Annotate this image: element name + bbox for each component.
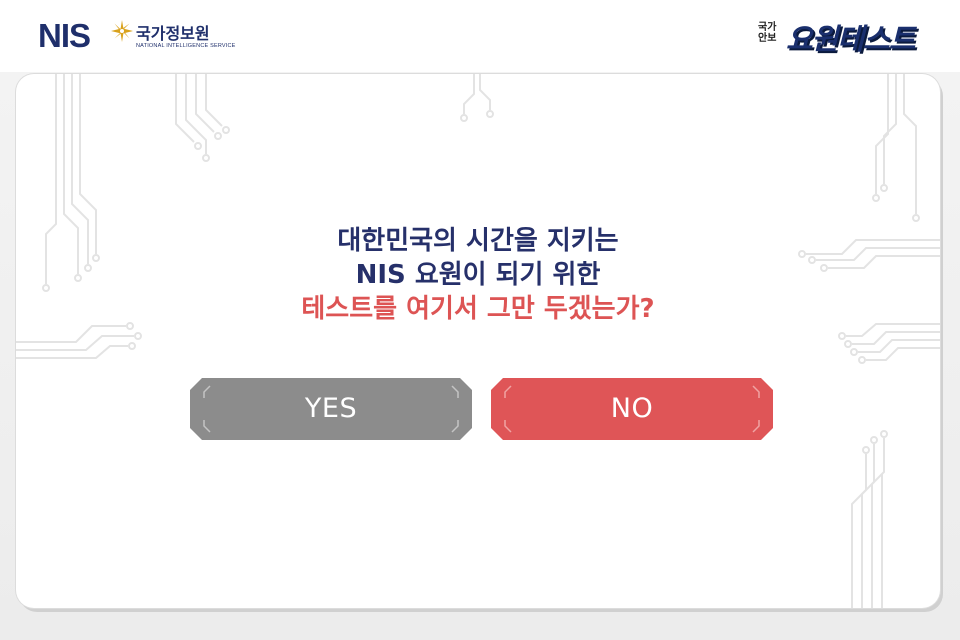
nis-logo-letters: NIS (38, 17, 91, 54)
yes-button[interactable]: YES (190, 378, 472, 440)
test-logo-title: 요원테스트 (786, 22, 915, 56)
agent-test-logo: 국가 안보 요원테스트 (758, 16, 928, 58)
question-card: 대한민국의 시간을 지키는 NIS 요원이 되기 위한 테스트를 여기서 그만 … (16, 74, 940, 608)
question-text: 대한민국의 시간을 지키는 NIS 요원이 되기 위한 테스트를 여기서 그만 … (16, 224, 940, 326)
nis-logo-english: NATIONAL INTELLIGENCE SERVICE (136, 43, 236, 49)
header-bar: NIS 국가정보원 NATIONAL INTELLIGENCE SERVICE … (0, 0, 960, 72)
test-logo-small: 국가 안보 (758, 22, 784, 44)
page: NIS 국가정보원 NATIONAL INTELLIGENCE SERVICE … (0, 0, 960, 640)
no-button[interactable]: NO (491, 378, 773, 440)
star-burst-icon (111, 20, 133, 42)
circuit-pattern-background (16, 74, 940, 608)
question-line-3: 테스트를 여기서 그만 두겠는가? (301, 294, 655, 324)
test-logo-small-line1: 국가 (758, 22, 777, 33)
yes-button-label: YES (304, 393, 358, 424)
no-button-label: NO (610, 393, 654, 424)
nis-logo-korean: 국가정보원 (136, 24, 210, 43)
question-line-1: 대한민국의 시간을 지키는 (337, 226, 619, 256)
question-line-2: NIS 요원이 되기 위한 (355, 260, 601, 290)
test-logo-small-line2: 안보 (758, 33, 777, 44)
